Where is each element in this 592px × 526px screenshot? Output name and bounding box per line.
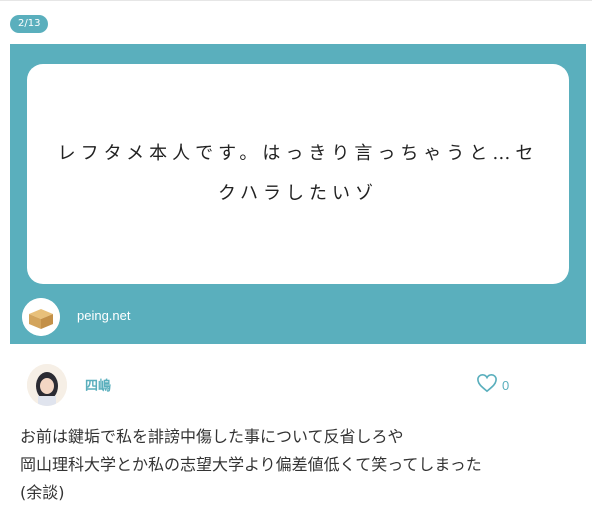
question-card: レフタメ本人です。はっきり言っちゃうと…セクハラしたいゾ peing.net bbox=[10, 44, 586, 344]
answer-line: (余談) bbox=[20, 483, 65, 502]
like-button[interactable]: 0 bbox=[476, 373, 509, 397]
answer-text: お前は鍵垢で私を誹謗中傷した事について反省しろや 岡山理科大学とか私の志望大学よ… bbox=[20, 423, 580, 507]
like-count: 0 bbox=[502, 377, 510, 393]
heart-icon bbox=[476, 373, 498, 397]
question-box: レフタメ本人です。はっきり言っちゃうと…セクハラしたいゾ bbox=[27, 64, 569, 284]
source-label[interactable]: peing.net bbox=[77, 308, 131, 323]
user-name[interactable]: 四嶋 bbox=[85, 375, 111, 394]
answer-line: お前は鍵垢で私を誹謗中傷した事について反省しろや bbox=[20, 427, 404, 446]
top-divider bbox=[0, 0, 592, 1]
page-counter-badge: 2/13 bbox=[10, 15, 49, 33]
answer-line: 岡山理科大学とか私の志望大学より偏差値低くて笑ってしまった bbox=[20, 455, 482, 474]
avatar[interactable] bbox=[27, 364, 67, 406]
question-text: レフタメ本人です。はっきり言っちゃうと…セクハラしたいゾ bbox=[57, 143, 539, 204]
box-icon bbox=[22, 298, 60, 336]
